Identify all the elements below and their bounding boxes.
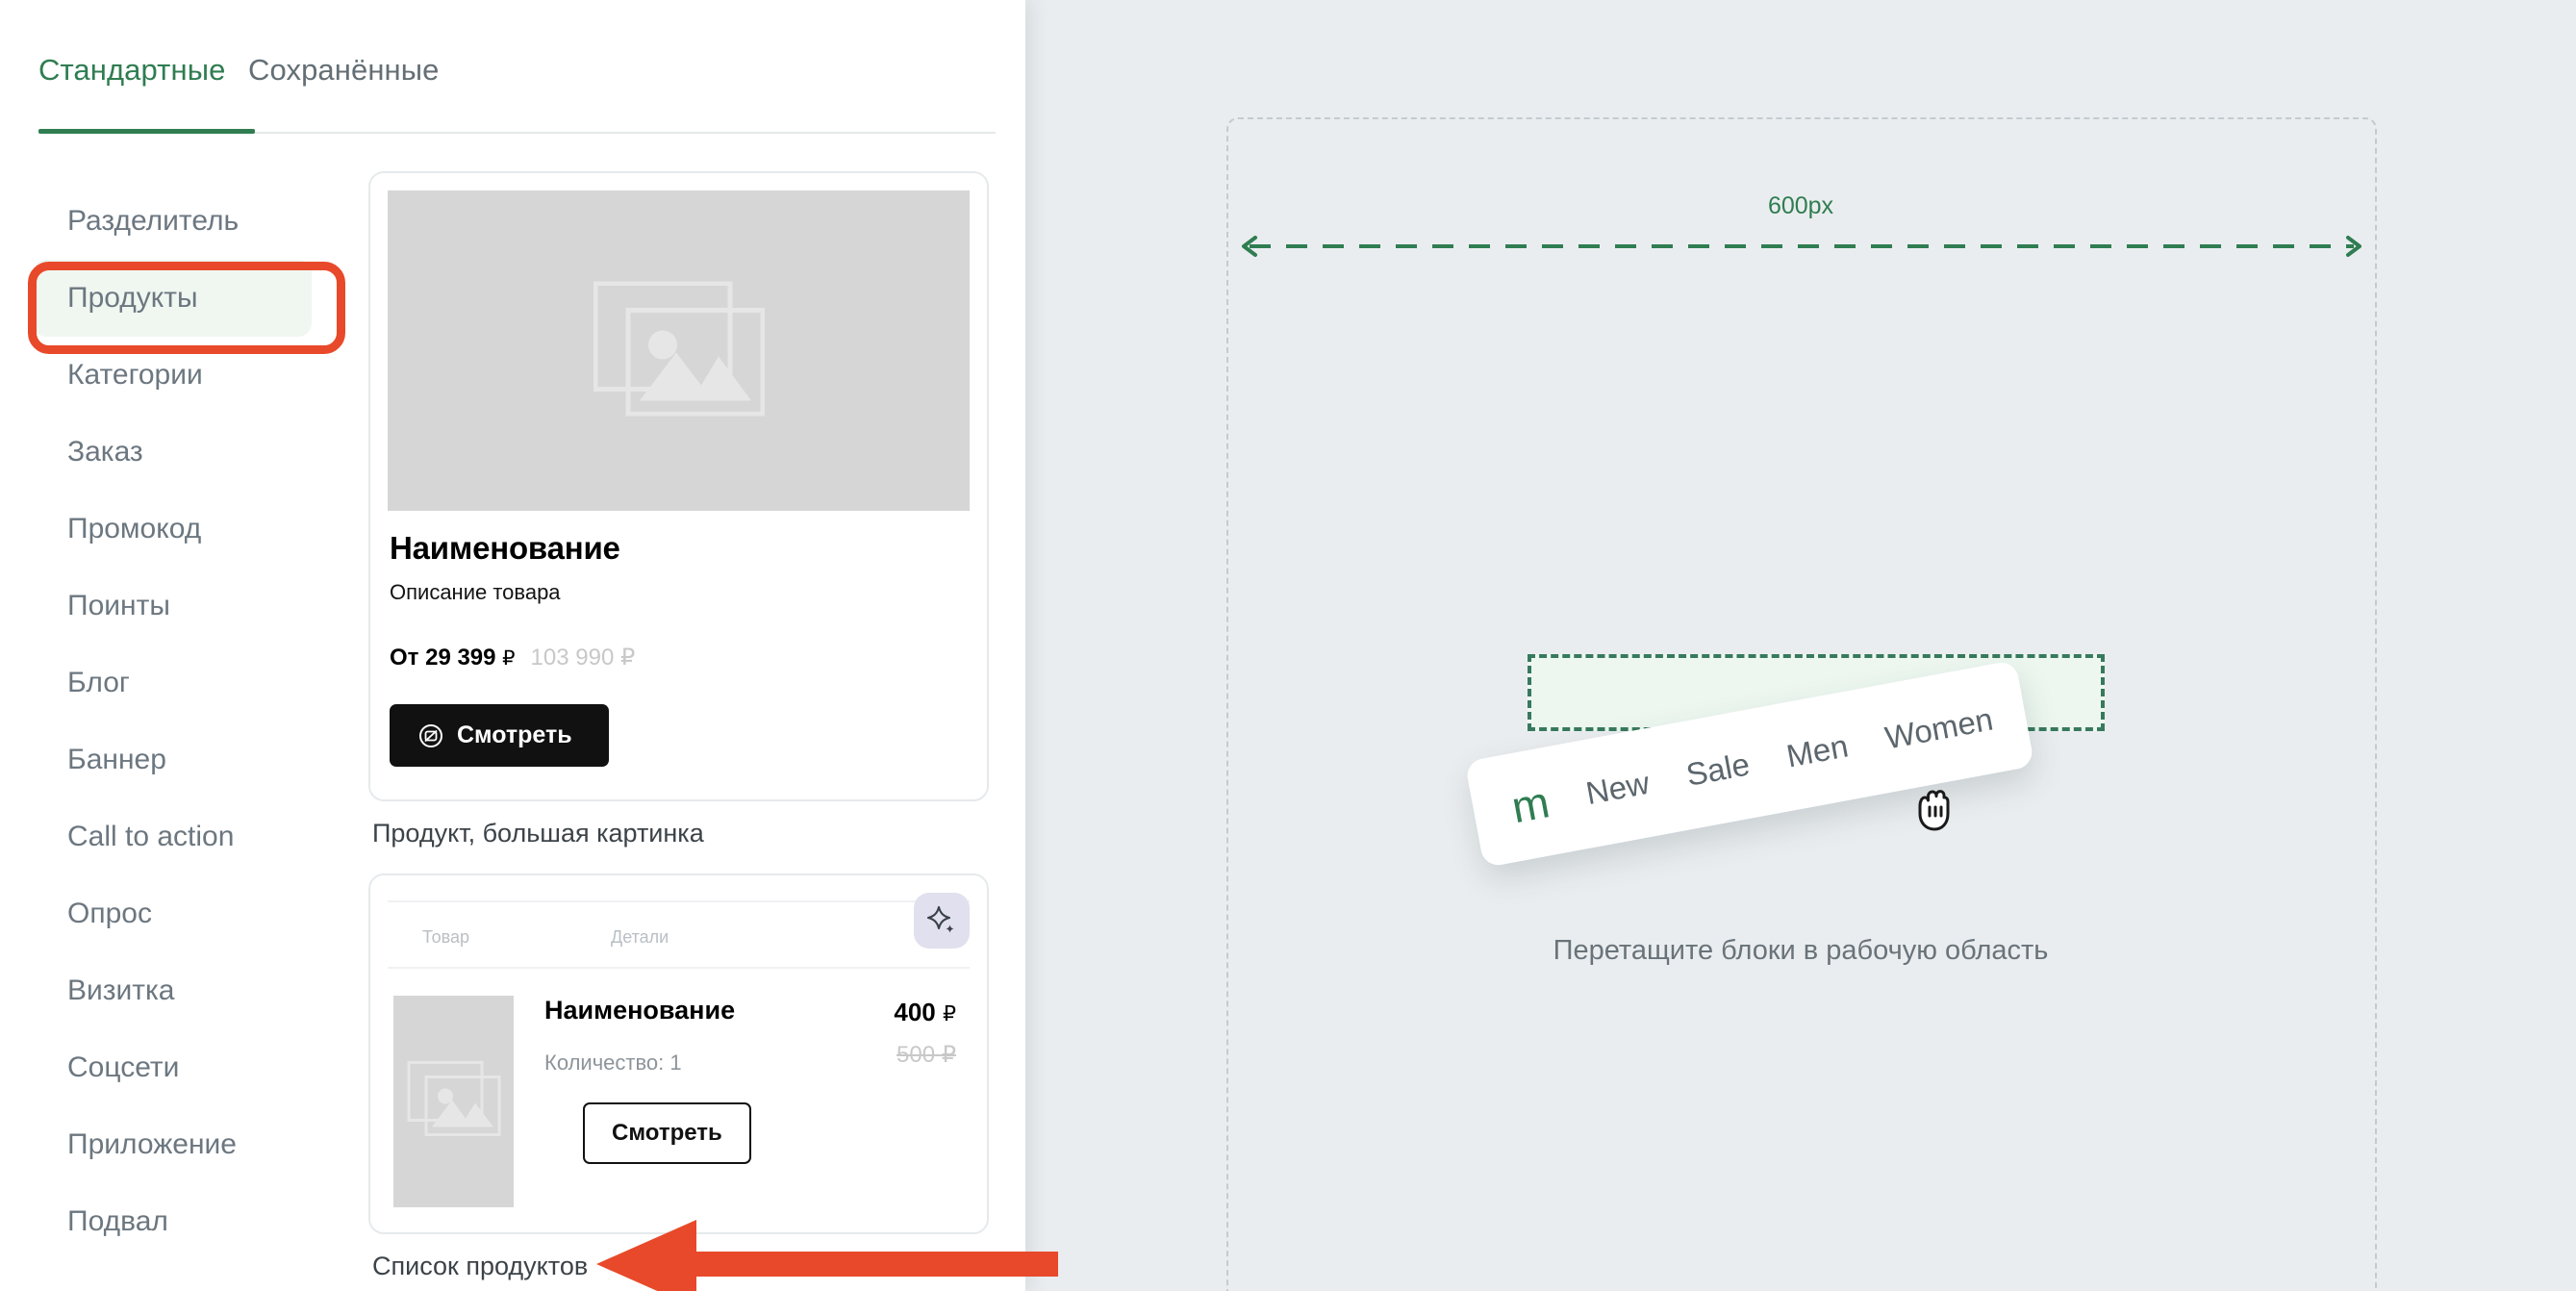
sidebar-item-blog[interactable]: Блог (0, 645, 366, 721)
dragged-block-nav-women: Women (1881, 700, 1996, 756)
dragged-block-logo: m (1507, 776, 1553, 833)
sidebar-item-razdelitel[interactable]: Разделитель (0, 183, 366, 260)
dragged-block-nav-new: New (1582, 764, 1653, 812)
product-price-row: От 29 399 ₽ 103 990 ₽ (390, 644, 968, 671)
sidebar-item-label: Call to action (67, 821, 235, 852)
sidebar-item-podval[interactable]: Подвал (0, 1183, 366, 1260)
drop-hint-text: Перетащите блоки в рабочую область (1553, 935, 2049, 966)
product-list-price-currency: ₽ (943, 1001, 956, 1025)
app-root: Стандартные Сохранённые Разделитель Прод… (0, 0, 2576, 1291)
sidebar-item-label: Продукты (67, 282, 198, 314)
sidebar-item-label: Приложение (67, 1128, 237, 1160)
dragged-block-nav-men: Men (1783, 727, 1852, 774)
image-placeholder-icon (593, 280, 765, 420)
product-image-placeholder (388, 190, 970, 511)
blocks-library-panel: Стандартные Сохранённые Разделитель Прод… (0, 0, 1025, 1291)
sidebar-item-label: Опрос (67, 898, 152, 929)
product-list-old-price: 500 ₽ (897, 1042, 956, 1068)
canvas-width-label: 600px (1767, 192, 1834, 219)
product-list-header: Товар Детали (388, 900, 970, 969)
tab-standard[interactable]: Стандартные (38, 53, 225, 88)
sidebar-item-label: Разделитель (67, 205, 240, 237)
workspace-canvas[interactable]: 600px m New Sale Men Women Перетащите бл… (1025, 0, 2576, 1291)
column-header-details: Детали (611, 927, 669, 947)
sidebar-item-vizitka[interactable]: Визитка (0, 952, 366, 1029)
sidebar-item-label: Категории (67, 359, 203, 391)
product-list-details: Наименование Количество: 1 Смотреть (514, 996, 894, 1164)
product-card-body: Наименование Описание товара От 29 399 ₽… (370, 511, 987, 799)
product-list-price-value: 400 (894, 998, 936, 1026)
product-thumb-placeholder (393, 996, 514, 1207)
sidebar-item-pointy[interactable]: Поинты (0, 568, 366, 645)
product-list-view-button-label: Смотреть (612, 1120, 722, 1146)
product-view-button-label: Смотреть (457, 721, 572, 748)
block-previews: Наименование Описание товара От 29 399 ₽… (368, 171, 994, 1291)
sidebar-item-label: Блог (67, 667, 130, 698)
sidebar-item-zakaz[interactable]: Заказ (0, 414, 366, 491)
product-list-row: Наименование Количество: 1 Смотреть 400 … (370, 969, 987, 1232)
product-price: От 29 399 ₽ (390, 645, 516, 671)
product-view-button[interactable]: Смотреть (390, 704, 609, 767)
image-placeholder-icon (407, 1061, 501, 1143)
sidebar-item-label: Визитка (67, 975, 175, 1006)
sidebar-item-label: Заказ (67, 436, 143, 468)
dragged-block-nav-sale: Sale (1683, 746, 1753, 793)
annotation-arrow (596, 1220, 1058, 1291)
sidebar-item-opros[interactable]: Опрос (0, 875, 366, 952)
block-preview-product-list[interactable]: Товар Детали Наименование Количество: 1 … (368, 873, 989, 1234)
sidebar-item-label: Поинты (67, 590, 170, 621)
sidebar-item-label: Соцсети (67, 1051, 180, 1083)
product-list-price: 400 ₽ (894, 998, 956, 1027)
product-title: Наименование (390, 530, 620, 566)
sidebar-item-promokod[interactable]: Промокод (0, 491, 366, 568)
block-preview-product-big[interactable]: Наименование Описание товара От 29 399 ₽… (368, 171, 989, 801)
sidebar-item-prilozhenie[interactable]: Приложение (0, 1106, 366, 1183)
sidebar-item-banner[interactable]: Баннер (0, 721, 366, 798)
product-price-value: От 29 399 (390, 645, 496, 671)
product-description: Описание товара (390, 580, 561, 604)
canvas-width-ruler (1242, 236, 2361, 257)
product-list-view-button[interactable]: Смотреть (583, 1102, 751, 1164)
block-caption-product-big: Продукт, большая картинка (372, 819, 704, 848)
sidebar-item-call-to-action[interactable]: Call to action (0, 798, 366, 875)
sidebar-item-label: Баннер (67, 744, 166, 775)
blocks-sidebar-list: Разделитель Продукты Категории Заказ Про… (0, 183, 366, 1260)
sidebar-item-label: Подвал (67, 1205, 168, 1237)
camera-icon (418, 723, 443, 748)
tabs-bar: Стандартные Сохранённые (0, 0, 996, 135)
product-old-price: 103 990 ₽ (530, 645, 636, 671)
grabbing-hand-cursor (1912, 785, 1957, 840)
product-price-currency: ₽ (502, 647, 516, 670)
sparkle-icon[interactable] (914, 893, 970, 949)
product-list-item-quantity: Количество: 1 (544, 1051, 682, 1075)
product-list-item-name: Наименование (544, 996, 736, 1025)
product-list-prices: 400 ₽ 500 ₽ (894, 996, 964, 1069)
tab-saved[interactable]: Сохранённые (248, 53, 439, 88)
sidebar-item-produkty[interactable]: Продукты (33, 260, 312, 337)
sidebar-item-label: Промокод (67, 513, 202, 544)
sidebar-item-kategorii[interactable]: Категории (0, 337, 366, 414)
tab-active-indicator (38, 129, 255, 134)
sidebar-item-socseti[interactable]: Соцсети (0, 1029, 366, 1106)
column-header-product: Товар (422, 927, 469, 947)
